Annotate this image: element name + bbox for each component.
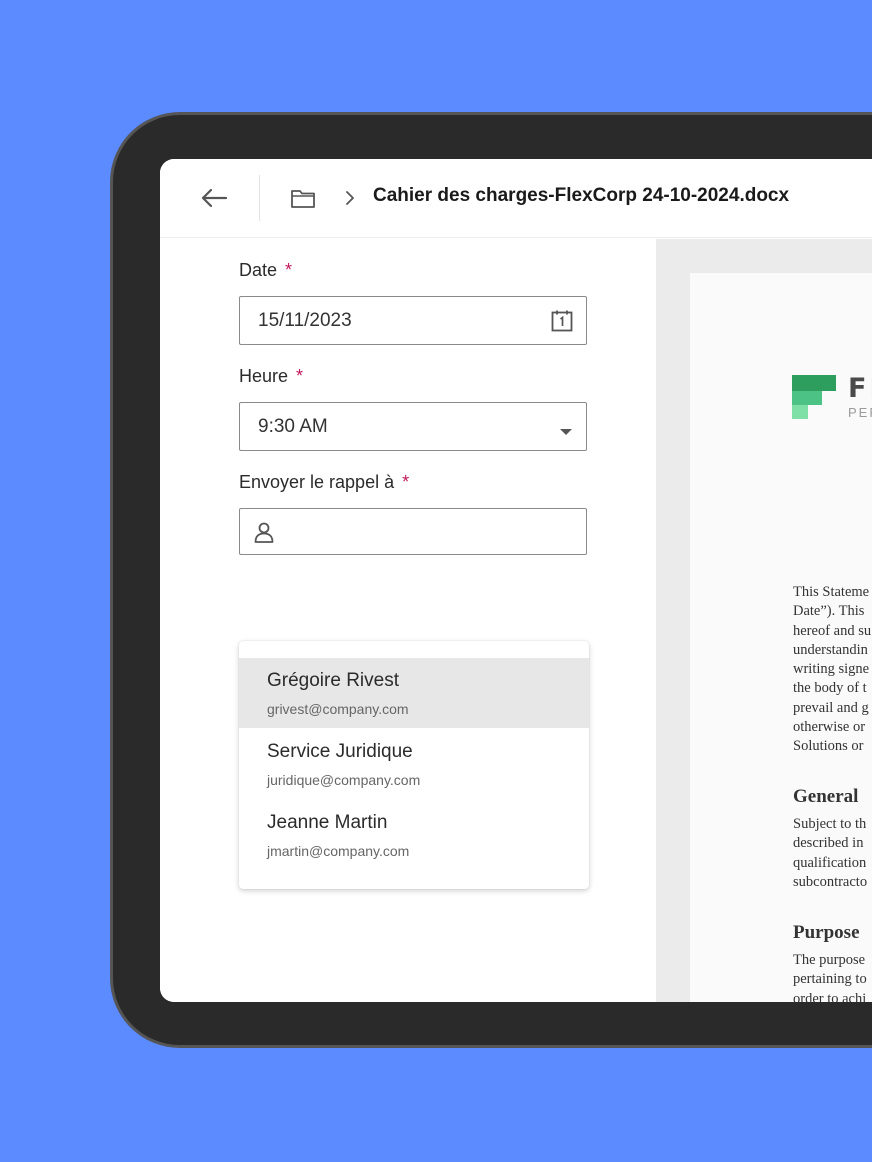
document-text-line: hereof and su [793, 622, 872, 639]
document-text-line: Date”). This [793, 603, 865, 620]
required-mark: * [402, 472, 410, 492]
document-text-line: This Stateme [793, 584, 870, 600]
document-text-line: The purpose [793, 952, 866, 968]
logo-text: FI [848, 373, 872, 404]
date-input[interactable]: 15/11/2023 [239, 296, 587, 345]
document-text-line: Solutions or [793, 738, 864, 755]
folder-icon [291, 190, 315, 208]
required-mark: * [296, 366, 304, 386]
document-page-content: FI PER This Stateme Date”). This hereof an… [690, 273, 872, 1002]
recipient-email: grivest@company.com [267, 701, 409, 717]
arrow-left-icon [201, 188, 228, 208]
recipient-name: Grégoire Rivest [267, 670, 399, 691]
document-text-line: understandin [793, 641, 868, 658]
purpose-heading: Purpose [793, 922, 860, 943]
date-value: 15/11/2023 [258, 309, 352, 331]
intro-paragraph: This Stateme Date”). This hereof and su und… [793, 583, 871, 757]
reminder-label: Envoyer le rappel à * [239, 472, 410, 492]
recipient-option-juridique[interactable]: Service Juridique juridique@company.com [239, 729, 589, 799]
document-text-line: otherwise or [793, 719, 866, 736]
document-text-line: writing signe [793, 661, 870, 678]
time-label: Heure * [239, 366, 304, 386]
recipient-option-gregoire[interactable]: Grégoire Rivest grivest@company.com [239, 658, 589, 728]
time-select[interactable]: 9:30 AM [239, 402, 587, 451]
document-text-line: described in [793, 835, 864, 852]
flexcorp-logo-icon [792, 375, 836, 419]
document-text-line: subcontracto [793, 873, 868, 890]
recipient-dropdown: Grégoire Rivest grivest@company.com Serv… [239, 641, 589, 889]
recipient-name: Service Juridique [267, 741, 413, 762]
reminder-form: Date * 15/11/2023 Heure * 9:30 AM Envoye… [160, 239, 656, 1002]
user-icon [252, 520, 276, 550]
document-text-line: Subject to th [793, 816, 867, 832]
recipient-name: Jeanne Martin [267, 812, 388, 833]
recipient-email: jmartin@company.com [267, 843, 410, 859]
document-title: Cahier des charges-FlexCorp 24-10-2024.d… [373, 185, 790, 206]
reminder-input[interactable] [239, 508, 587, 555]
date-label: Date * [239, 260, 293, 280]
caret-down-icon[interactable] [558, 421, 574, 443]
folder-button[interactable] [288, 185, 318, 211]
calendar-icon[interactable] [550, 309, 574, 339]
required-mark: * [285, 260, 293, 280]
toolbar-divider [259, 175, 260, 221]
back-button[interactable] [196, 183, 232, 213]
chevron-right-icon [346, 191, 354, 205]
document-text-line: the body of t [793, 680, 867, 697]
top-bar: Cahier des charges-FlexCorp 24-10-2024.d… [160, 159, 872, 238]
purpose-paragraph: The purpose pertaining to order to achi [793, 951, 867, 1002]
general-paragraph: Subject to th described in qualification su… [793, 815, 867, 892]
document-text-line: pertaining to [793, 971, 867, 988]
recipient-email: juridique@company.com [267, 772, 421, 788]
logo-subtitle: PER [848, 405, 872, 420]
time-value: 9:30 AM [258, 415, 328, 437]
general-heading: General [793, 786, 859, 807]
document-text-line: qualification [793, 854, 867, 871]
recipient-option-jeanne[interactable]: Jeanne Martin jmartin@company.com [239, 800, 589, 870]
document-text-line: order to achi [793, 990, 867, 1002]
document-text-line: prevail and g [793, 699, 869, 716]
